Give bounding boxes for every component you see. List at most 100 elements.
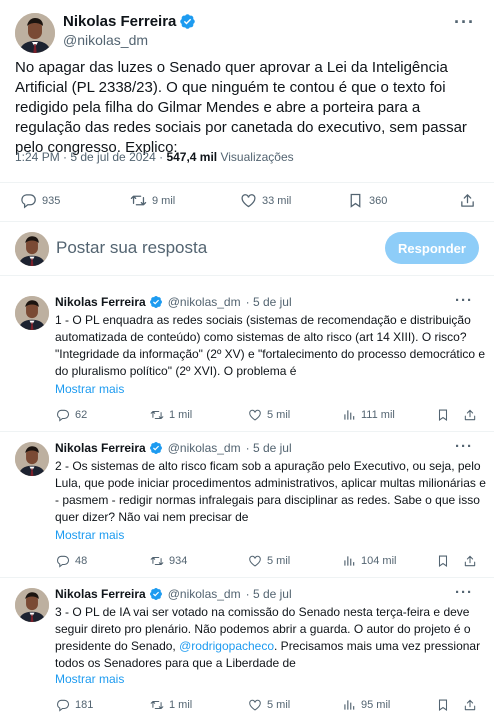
views-icon [342,408,356,422]
retweet-icon [130,192,147,209]
author-name[interactable]: Nikolas Ferreira [63,13,196,30]
retweet-button[interactable]: 1 mil [150,408,192,422]
mention-link[interactable]: @rodrigopacheco [179,639,274,653]
more-icon[interactable]: ··· [455,584,473,601]
retweet-icon [150,698,164,712]
retweet-count: 1 mil [169,409,193,421]
share-icon [463,554,477,568]
like-button[interactable]: 5 mil [248,698,290,712]
retweet-count: 934 [169,555,188,567]
retweet-icon [150,554,164,568]
share-button[interactable] [463,698,477,712]
like-icon [240,192,257,209]
author-name[interactable]: Nikolas Ferreira [55,441,146,455]
reply-header: Nikolas Ferreira @nikolas_dm · 5 de jul [55,295,292,309]
like-icon [248,698,262,712]
reply-button[interactable]: 62 [56,408,87,422]
avatar[interactable] [15,442,49,476]
reply-icon [20,192,37,209]
like-count: 5 mil [267,555,291,567]
views-button[interactable]: 104 mil [342,554,396,568]
reply-icon [56,698,70,712]
reply-date[interactable]: · 5 de jul [246,587,292,601]
tweet-meta: 1:24 PM · 5 de jul de 2024 · 547,4 mil V… [15,150,294,164]
reply-actions: 181 1 mil 5 mil 95 mil [0,698,494,718]
more-icon[interactable]: ··· [455,292,473,309]
author-handle[interactable]: @nikolas_dm [168,295,241,309]
reply-tweet[interactable]: Nikolas Ferreira @nikolas_dm · 5 de jul … [0,432,494,578]
tweet-time[interactable]: 1:24 PM · 5 de jul de 2024 · [15,150,166,164]
like-icon [248,554,262,568]
views-button[interactable]: 111 mil [342,408,395,422]
tweet-actions: 935 9 mil 33 mil 360 [0,182,494,216]
reply-text: 2 - Os sistemas de alto risco ficam sob … [55,459,486,524]
bookmark-icon [347,192,364,209]
reply-count: 181 [75,699,94,711]
reply-composer: Postar sua resposta Responder [0,222,494,276]
author-name[interactable]: Nikolas Ferreira [55,587,146,601]
avatar[interactable] [15,296,49,330]
verified-icon [149,295,163,309]
share-button[interactable] [463,408,477,422]
reply-tweet[interactable]: Nikolas Ferreira @nikolas_dm · 5 de jul … [0,286,494,432]
bookmark-count: 360 [369,194,388,207]
more-icon[interactable]: ··· [454,12,475,33]
share-icon [463,408,477,422]
retweet-count: 9 mil [152,194,176,207]
more-icon[interactable]: ··· [455,438,473,455]
views-count: 111 mil [361,409,395,421]
show-more-link[interactable]: Mostrar mais [55,672,124,686]
bookmark-button[interactable] [436,408,450,422]
show-more-link[interactable]: Mostrar mais [55,528,124,542]
retweet-button[interactable]: 1 mil [150,698,192,712]
reply-header: Nikolas Ferreira @nikolas_dm · 5 de jul [55,587,292,601]
author-name-text[interactable]: Nikolas Ferreira [63,13,176,30]
views-button[interactable]: 95 mil [342,698,390,712]
verified-icon [179,13,196,30]
reply-submit-button[interactable]: Responder [385,232,479,264]
bookmark-button[interactable]: 360 [347,192,387,209]
retweet-button[interactable]: 934 [150,554,187,568]
bookmark-button[interactable] [436,698,450,712]
views-count: 547,4 mil [166,150,218,164]
like-count: 33 mil [262,194,292,207]
reply-button[interactable]: 48 [56,554,87,568]
author-handle[interactable]: @nikolas_dm [168,587,241,601]
views-icon [342,698,356,712]
reply-tweet[interactable]: Nikolas Ferreira @nikolas_dm · 5 de jul … [0,578,494,720]
reply-date[interactable]: · 5 de jul [246,441,292,455]
avatar[interactable] [15,13,55,53]
like-count: 5 mil [267,699,291,711]
reply-button[interactable]: 935 [20,192,60,209]
views-count: 95 mil [361,699,391,711]
retweet-button[interactable]: 9 mil [130,192,175,209]
author-handle[interactable]: @nikolas_dm [63,32,148,48]
bookmark-button[interactable] [436,554,450,568]
main-tweet: Nikolas Ferreira @nikolas_dm ··· No apag… [0,0,494,222]
reply-count: 935 [42,194,61,207]
reply-header: Nikolas Ferreira @nikolas_dm · 5 de jul [55,441,292,455]
verified-icon [149,441,163,455]
like-count: 5 mil [267,409,291,421]
reply-actions: 62 1 mil 5 mil 111 mil [0,408,494,428]
share-icon [463,698,477,712]
author-handle[interactable]: @nikolas_dm [168,441,241,455]
share-button[interactable] [463,554,477,568]
reply-text: 1 - O PL enquadra as redes sociais (sist… [55,313,486,378]
author-name[interactable]: Nikolas Ferreira [55,295,146,309]
views-count: 104 mil [361,555,397,567]
reply-count: 62 [75,409,88,421]
avatar[interactable] [15,588,49,622]
show-more-link[interactable]: Mostrar mais [55,382,124,396]
like-button[interactable]: 33 mil [240,192,291,209]
reply-button[interactable]: 181 [56,698,93,712]
reply-date[interactable]: · 5 de jul [246,295,292,309]
share-button[interactable] [459,192,476,209]
views-label: Visualizações [217,150,294,164]
verified-icon [149,587,163,601]
like-button[interactable]: 5 mil [248,554,290,568]
bookmark-icon [436,698,450,712]
retweet-count: 1 mil [169,699,193,711]
reply-input[interactable]: Postar sua resposta [56,238,207,258]
like-button[interactable]: 5 mil [248,408,290,422]
